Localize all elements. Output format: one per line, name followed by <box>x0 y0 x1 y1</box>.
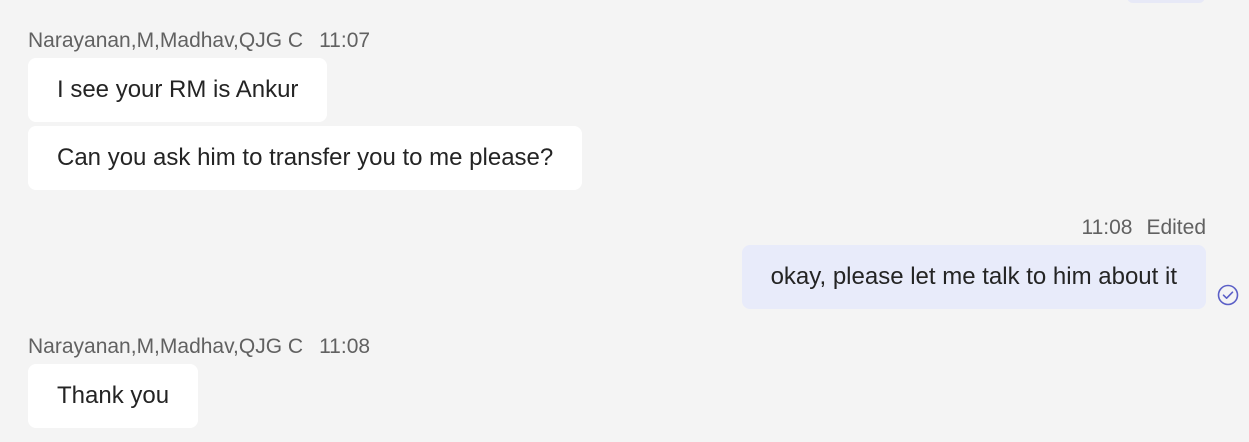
message-header: Narayanan,M,Madhav,QJG C 11:07 <box>28 30 370 51</box>
previous-message-bubble[interactable] <box>1127 0 1205 3</box>
incoming-message-bubble[interactable]: Can you ask him to transfer you to me pl… <box>28 126 583 190</box>
outgoing-message-group: 11:08 Edited <box>1081 217 1206 238</box>
edited-label: Edited <box>1146 216 1206 239</box>
message-time: 11:08 <box>1081 216 1133 239</box>
chat-thread: Narayanan,M,Madhav,QJG C 11:07 I see your… <box>0 0 1249 442</box>
incoming-message-bubble[interactable]: Thank you <box>28 364 199 428</box>
incoming-message-group: Narayanan,M,Madhav,QJG C 11:08 <box>28 336 370 357</box>
sender-name[interactable]: Narayanan,M,Madhav,QJG C <box>28 335 303 358</box>
incoming-message-group: Narayanan,M,Madhav,QJG C 11:07 <box>28 30 370 51</box>
message-text: Thank you <box>57 382 170 409</box>
message-time: 11:08 <box>319 335 371 358</box>
message-time: 11:07 <box>319 29 371 52</box>
incoming-message-bubble[interactable]: I see your RM is Ankur <box>28 58 328 122</box>
outgoing-message-bubble[interactable]: okay, please let me talk to him about it <box>741 245 1206 309</box>
message-text: I see your RM is Ankur <box>57 76 299 103</box>
message-header: 11:08 Edited <box>1081 217 1206 238</box>
message-header: Narayanan,M,Madhav,QJG C 11:08 <box>28 336 370 357</box>
message-text: okay, please let me talk to him about it <box>770 263 1177 290</box>
sender-name[interactable]: Narayanan,M,Madhav,QJG C <box>28 29 303 52</box>
message-text: Can you ask him to transfer you to me pl… <box>57 144 554 171</box>
sent-check-icon <box>1217 284 1239 306</box>
